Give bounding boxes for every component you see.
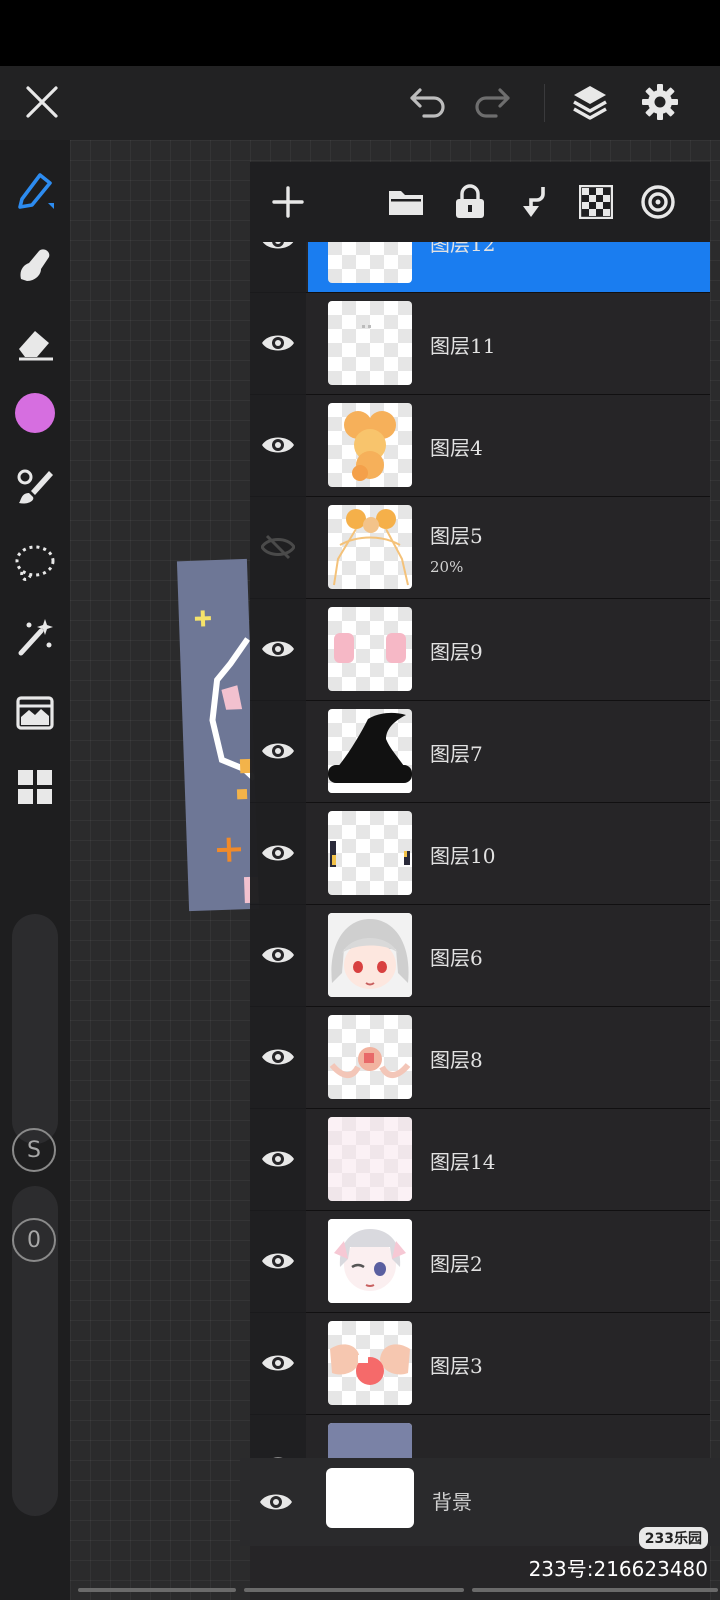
- adjustments-icon[interactable]: [10, 688, 60, 738]
- eye-icon[interactable]: [250, 1108, 306, 1210]
- layer-thumbnail: [328, 1015, 412, 1099]
- size-toggle-button[interactable]: S: [12, 1128, 56, 1172]
- size-toggle-label: S: [27, 1137, 41, 1163]
- layer-name: 图层10: [430, 844, 496, 868]
- checkerboard-icon[interactable]: [574, 180, 618, 224]
- toolbar-divider: [544, 84, 545, 122]
- opacity-toggle-label: 0: [27, 1227, 41, 1253]
- eye-icon[interactable]: [250, 598, 306, 700]
- tool-sidebar: S 0: [0, 140, 70, 1600]
- eye-icon[interactable]: [250, 700, 306, 802]
- layer-row[interactable]: 图层5 20%: [250, 496, 710, 599]
- color-swatch[interactable]: [10, 388, 60, 438]
- layer-content[interactable]: 图层8: [308, 1006, 710, 1108]
- layer-thumbnail: [328, 1321, 412, 1405]
- undo-icon[interactable]: [404, 78, 452, 126]
- layer-name: 图层8: [430, 1048, 483, 1072]
- eye-icon[interactable]: [250, 904, 306, 1006]
- layer-content[interactable]: 图层6: [308, 904, 710, 1006]
- watermark-text: 233号:216623480: [528, 1557, 708, 1581]
- artwork-preview: [176, 558, 260, 912]
- layer-content[interactable]: 图层11: [308, 292, 710, 394]
- watermark-badge: 233乐园: [638, 1527, 708, 1549]
- layer-thumbnail: [328, 301, 412, 385]
- layer-row[interactable]: 图层2: [250, 1210, 710, 1313]
- layer-content[interactable]: 图层14: [308, 1108, 710, 1210]
- layer-name: 图层5: [430, 524, 483, 548]
- layer-row[interactable]: 图层10: [250, 802, 710, 905]
- gear-icon[interactable]: [636, 78, 684, 126]
- layer-row[interactable]: 图层8: [250, 1006, 710, 1109]
- top-toolbar: [0, 66, 720, 140]
- add-layer-icon[interactable]: [266, 180, 310, 224]
- layer-thumbnail: [328, 709, 412, 793]
- layer-thumbnail: [328, 403, 412, 487]
- layer-content[interactable]: 图层5 20%: [308, 496, 710, 598]
- status-bar: [0, 0, 720, 66]
- layer-thumbnail: [328, 607, 412, 691]
- folder-icon[interactable]: [384, 180, 428, 224]
- blend-icon[interactable]: [636, 180, 680, 224]
- layer-name: 图层9: [430, 640, 483, 664]
- layer-name: 图层2: [430, 1252, 483, 1276]
- smudge-icon[interactable]: [10, 240, 60, 290]
- layer-content[interactable]: 图层9: [308, 598, 710, 700]
- lock-icon[interactable]: [448, 180, 492, 224]
- eye-hidden-icon[interactable]: [250, 496, 306, 598]
- layer-thumbnail: [328, 913, 412, 997]
- background-thumbnail: [326, 1468, 414, 1528]
- brush-size-slider[interactable]: [12, 914, 58, 1144]
- pen-icon[interactable]: [10, 165, 60, 215]
- layer-content[interactable]: 图层4: [308, 394, 710, 496]
- layer-row[interactable]: 图层7: [250, 700, 710, 803]
- redo-icon[interactable]: [468, 78, 516, 126]
- layer-thumbnail: [328, 505, 412, 589]
- layer-name: 图层7: [430, 742, 483, 766]
- watermark: 233乐园 233号:216623480: [529, 1527, 708, 1582]
- gallery-icon[interactable]: [10, 762, 60, 812]
- close-icon[interactable]: [18, 78, 66, 126]
- eraser-icon[interactable]: [10, 318, 60, 368]
- layer-row[interactable]: 图层9: [250, 598, 710, 701]
- layer-thumbnail: [328, 1219, 412, 1303]
- layer-content[interactable]: 图层10: [308, 802, 710, 904]
- layers-panel-toolbar: [250, 162, 710, 242]
- layer-name: 图层4: [430, 436, 483, 460]
- layer-row[interactable]: 图层3: [250, 1312, 710, 1415]
- eye-icon[interactable]: [250, 1312, 306, 1414]
- layers-icon[interactable]: [566, 78, 614, 126]
- layer-name: 图层14: [430, 1150, 496, 1174]
- bottom-scroll-indicator: [78, 1588, 718, 1592]
- lasso-icon[interactable]: [10, 538, 60, 588]
- layer-content[interactable]: 图层3: [308, 1312, 710, 1414]
- brush-icon[interactable]: [10, 462, 60, 512]
- layer-name: 图层11: [430, 334, 496, 358]
- layer-row[interactable]: 图层4: [250, 394, 710, 497]
- layer-row[interactable]: 图层11: [250, 292, 710, 395]
- layer-row[interactable]: 图层6: [250, 904, 710, 1007]
- magic-wand-icon[interactable]: [10, 612, 60, 662]
- layer-row[interactable]: 图层14: [250, 1108, 710, 1211]
- layer-thumbnail: [328, 1117, 412, 1201]
- layer-thumbnail: [328, 811, 412, 895]
- layer-opacity: 20%: [430, 558, 464, 576]
- eye-icon[interactable]: [250, 1006, 306, 1108]
- opacity-toggle-button[interactable]: 0: [12, 1218, 56, 1262]
- eye-icon[interactable]: [254, 1480, 298, 1524]
- eye-icon[interactable]: [250, 802, 306, 904]
- background-layer-name: 背景: [432, 1490, 472, 1514]
- layer-content[interactable]: 图层2: [308, 1210, 710, 1312]
- layer-name: 图层6: [430, 946, 483, 970]
- eye-icon[interactable]: [250, 1210, 306, 1312]
- eye-icon[interactable]: [250, 292, 306, 394]
- merge-down-icon[interactable]: [512, 180, 556, 224]
- eye-icon[interactable]: [250, 394, 306, 496]
- layer-content[interactable]: 图层7: [308, 700, 710, 802]
- layers-panel: 图层12 图层11 图层4 图层5 20% 图层9 图层7 图层10 图层6 图层8 图层14 图层2…: [250, 162, 710, 1600]
- layer-name: 图层3: [430, 1354, 483, 1378]
